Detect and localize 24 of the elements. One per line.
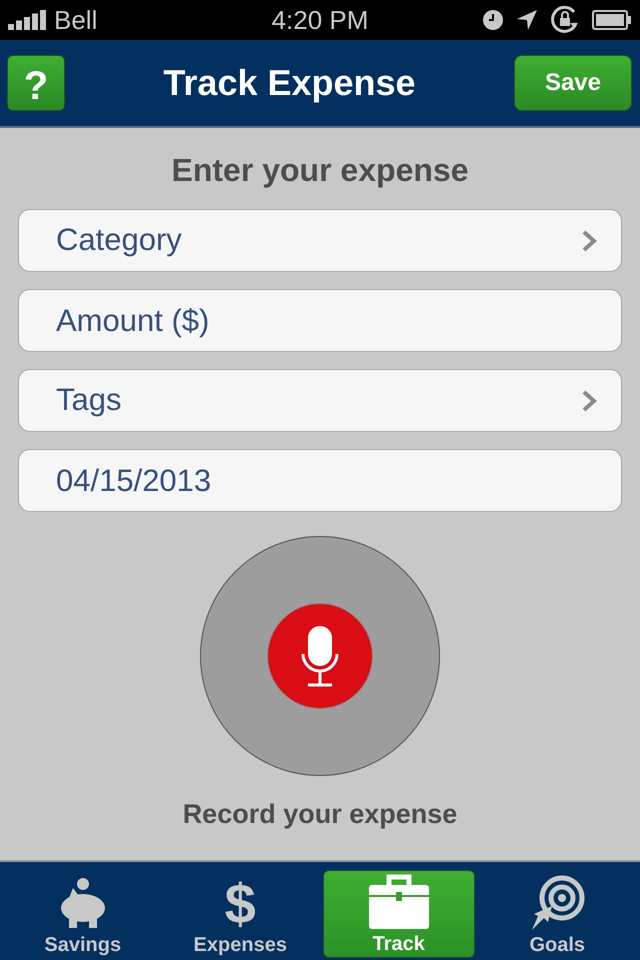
tab-bar-item[interactable]: Goals [482, 870, 632, 958]
tab-bar-item[interactable]: $ Expenses [166, 870, 315, 958]
signal-icon [8, 10, 46, 30]
chevron-right-icon [581, 388, 597, 412]
rotation-lock-icon [550, 5, 580, 35]
dollar-icon: $ [224, 876, 256, 932]
microphone-icon [300, 624, 340, 688]
tab-bar-item[interactable]: Track [323, 870, 474, 958]
select-field[interactable]: Tags [18, 369, 622, 432]
briefcase-icon [366, 873, 431, 931]
battery-icon [592, 10, 632, 30]
clock-icon [482, 9, 504, 31]
location-arrow-icon [516, 9, 538, 31]
carrier-name: Bell [54, 4, 98, 36]
input-field[interactable]: Amount ($) [18, 289, 622, 352]
input-field[interactable]: 04/15/2013 [18, 449, 622, 512]
select-field[interactable]: Category [18, 209, 622, 272]
save-button[interactable]: Save [514, 55, 632, 111]
page-title: Track Expense [163, 61, 416, 105]
tab-bar-item[interactable]: Savings [8, 870, 158, 958]
section-heading: Enter your expense [172, 151, 468, 190]
record-label: Record your expense [182, 798, 458, 831]
status-time: 4:20 PM [270, 4, 370, 36]
chevron-right-icon [581, 228, 597, 252]
